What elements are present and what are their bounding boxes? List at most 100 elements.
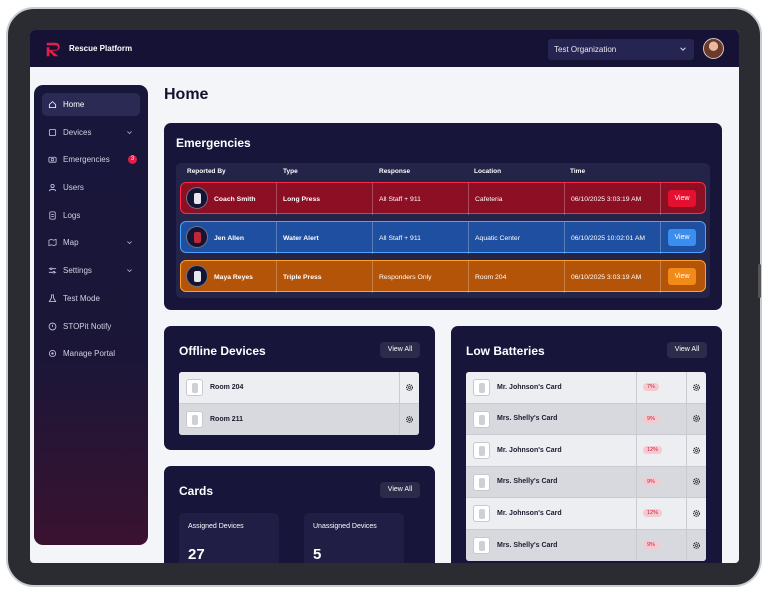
emergency-row[interactable]: Coach Smith Long Press All Staff + 911 C… — [180, 182, 706, 215]
app-screen: Rescue Platform Test Organization Home D… — [30, 30, 739, 563]
gear-icon[interactable] — [405, 415, 414, 424]
card-name: Mrs. Shelly's Card — [497, 478, 558, 486]
low-batteries-panel: Low Batteries View All Mr. Johnson's Car… — [451, 326, 722, 563]
avatar[interactable] — [703, 38, 724, 59]
devices-icon — [48, 128, 57, 136]
sidebar-item-manage-portal[interactable]: Manage Portal — [42, 342, 140, 365]
assigned-devices-card: Assigned Devices 27 — [179, 513, 279, 563]
battery-percent-badge: 9% — [643, 477, 659, 486]
emergencies-count-badge: 3 — [128, 155, 137, 165]
notify-icon — [48, 322, 57, 330]
battery-percent-badge: 9% — [643, 414, 659, 423]
gear-cell — [686, 529, 706, 561]
assigned-devices-count: 27 — [188, 546, 205, 563]
sidebar-item-devices[interactable]: Devices — [42, 121, 140, 144]
device-icon — [186, 265, 208, 287]
list-item[interactable]: Mrs. Shelly's Card 9% — [466, 403, 706, 435]
emergency-row[interactable]: Jen Allen Water Alert All Staff + 911 Aq… — [180, 221, 706, 254]
gear-cell — [686, 435, 706, 466]
organization-select[interactable]: Test Organization — [548, 39, 694, 60]
emergency-row[interactable]: Maya Reyes Triple Press Responders Only … — [180, 260, 706, 293]
sidebar-item-label: Manage Portal — [63, 349, 116, 359]
list-item[interactable]: Mr. Johnson's Card 12% — [466, 498, 706, 530]
card-name: Mr. Johnson's Card — [497, 446, 562, 454]
reported-by: Coach Smith — [214, 195, 256, 203]
type-cell: Long Press — [276, 183, 372, 215]
sidebar-item-test-mode[interactable]: Test Mode — [42, 287, 140, 310]
list-item[interactable]: Mr. Johnson's Card 7% — [466, 372, 706, 404]
emergencies-table: Reported By Type Response Location Time … — [176, 163, 710, 298]
time-cell: 06/10/2025 3:03:19 AM — [564, 183, 660, 215]
card-name: Mrs. Shelly's Card — [497, 541, 558, 549]
assigned-devices-label: Assigned Devices — [188, 523, 244, 530]
gear-icon[interactable] — [692, 414, 701, 423]
page-title: Home — [164, 86, 209, 103]
battery-cell: 9% — [636, 529, 686, 561]
map-icon — [48, 239, 57, 247]
gear-cell — [399, 403, 419, 435]
sidebar-item-settings[interactable]: Settings — [42, 259, 140, 282]
sidebar-item-map[interactable]: Map — [42, 231, 140, 254]
column-header: Type — [283, 168, 298, 175]
offline-view-all-button[interactable]: View All — [380, 342, 420, 358]
view-button[interactable]: View — [668, 268, 696, 285]
battery-cell: 12% — [636, 435, 686, 466]
chevron-down-icon — [680, 47, 686, 51]
gear-cell — [686, 498, 706, 529]
card-name: Mrs. Shelly's Card — [497, 415, 558, 423]
column-header: Response — [379, 168, 411, 175]
device-name: Room 204 — [210, 383, 244, 391]
sidebar-item-label: Emergencies — [63, 155, 110, 165]
sidebar-item-label: Test Mode — [63, 293, 100, 303]
gear-icon[interactable] — [692, 541, 701, 550]
sidebar-item-logs[interactable]: Logs — [42, 204, 140, 227]
gear-cell — [399, 372, 419, 403]
chevron-down-icon — [127, 241, 132, 245]
gear-icon[interactable] — [692, 509, 701, 518]
location-cell: Aquatic Center — [468, 222, 564, 254]
low-batteries-title: Low Batteries — [466, 344, 545, 358]
device-icon — [186, 410, 203, 428]
low-batteries-view-all-button[interactable]: View All — [667, 342, 707, 358]
battery-cell: 12% — [636, 498, 686, 529]
sidebar-item-stopit-notify[interactable]: STOPit Notify — [42, 315, 140, 338]
reported-by: Maya Reyes — [214, 273, 253, 281]
sidebar-item-home[interactable]: Home — [42, 93, 140, 116]
gear-icon[interactable] — [405, 383, 414, 392]
offline-devices-panel: Offline Devices View All Room 204 Room 2… — [164, 326, 435, 450]
sidebar-item-label: Logs — [63, 210, 81, 220]
sidebar-item-users[interactable]: Users — [42, 176, 140, 199]
card-icon — [473, 505, 490, 522]
cards-view-all-button[interactable]: View All — [380, 482, 420, 498]
sidebar-item-label: Devices — [63, 127, 92, 137]
sidebar-item-emergencies[interactable]: Emergencies 3 — [42, 148, 140, 171]
emergencies-icon — [48, 157, 57, 163]
list-item[interactable]: Mrs. Shelly's Card 9% — [466, 529, 706, 561]
gear-icon[interactable] — [692, 446, 701, 455]
type-cell: Water Alert — [276, 222, 372, 254]
sidebar-item-label: STOPit Notify — [63, 321, 112, 331]
list-item[interactable]: Room 211 — [179, 403, 419, 435]
list-item[interactable]: Mrs. Shelly's Card 9% — [466, 466, 706, 498]
home-icon — [48, 101, 57, 109]
list-item[interactable]: Mr. Johnson's Card 12% — [466, 435, 706, 467]
offline-devices-list: Room 204 Room 211 — [179, 372, 419, 435]
time-cell: 06/10/2025 3:03:19 AM — [564, 261, 660, 293]
list-item[interactable]: Room 204 — [179, 372, 419, 404]
card-icon — [473, 473, 490, 491]
top-bar: Rescue Platform Test Organization — [30, 30, 739, 67]
card-icon — [473, 536, 490, 554]
card-icon — [473, 442, 490, 459]
card-name: Mr. Johnson's Card — [497, 383, 562, 391]
gear-icon[interactable] — [692, 477, 701, 486]
sidebar-item-label: Users — [63, 183, 84, 193]
view-button[interactable]: View — [668, 229, 696, 246]
gear-icon[interactable] — [692, 383, 701, 392]
gear-cell — [686, 466, 706, 497]
settings-icon — [48, 267, 57, 274]
view-button[interactable]: View — [668, 190, 696, 207]
card-icon — [473, 410, 490, 428]
card-icon — [473, 379, 490, 396]
device-icon — [186, 187, 208, 209]
sidebar-item-label: Settings — [63, 266, 92, 276]
